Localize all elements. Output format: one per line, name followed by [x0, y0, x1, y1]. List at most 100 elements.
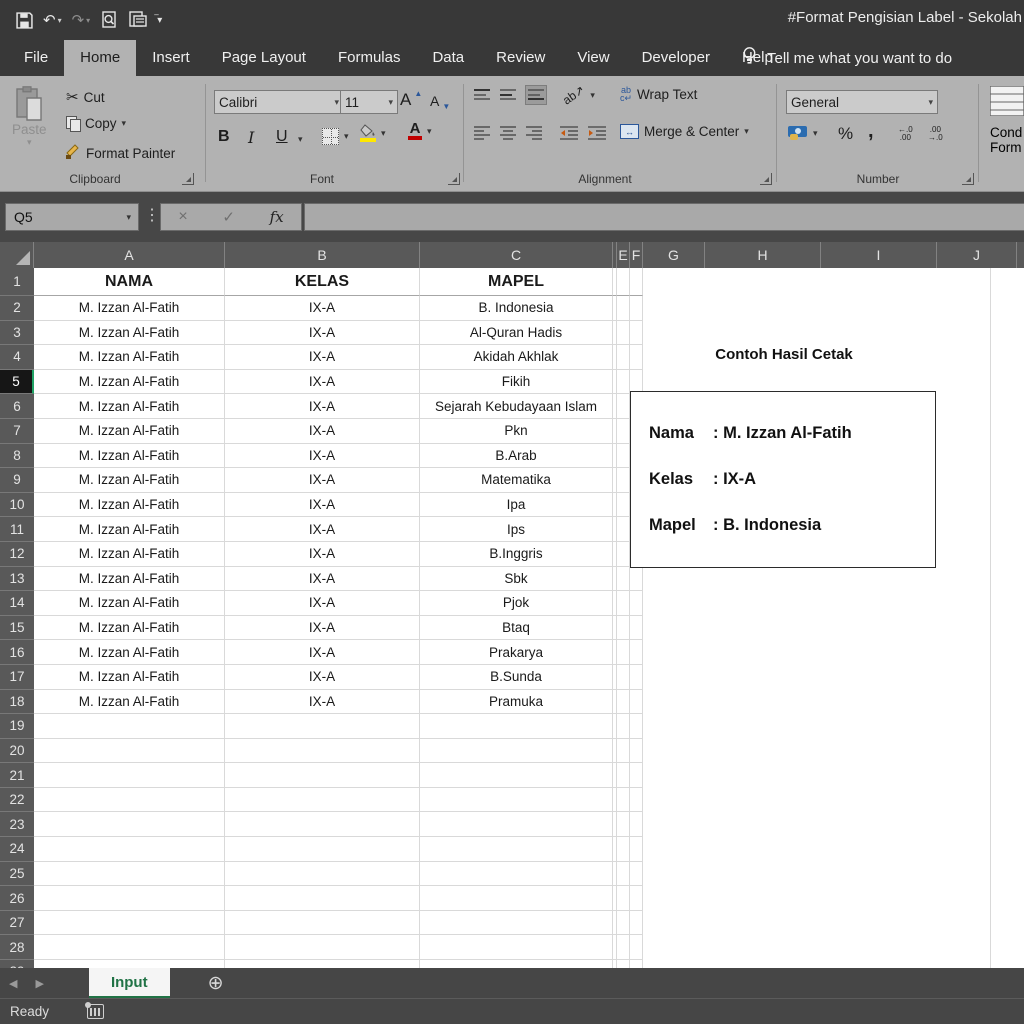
cell[interactable]: Ipa [420, 492, 613, 518]
cell[interactable] [630, 812, 643, 838]
cell[interactable]: Prakarya [420, 640, 613, 665]
cell[interactable]: B. Indonesia [420, 296, 613, 321]
cell[interactable]: IX-A [225, 689, 420, 715]
bold-button[interactable]: B [218, 128, 230, 146]
empty-cells-area[interactable] [643, 566, 1024, 592]
cell[interactable]: Akidah Akhlak [420, 345, 613, 370]
cell[interactable] [617, 837, 630, 862]
cell[interactable]: IX-A [225, 345, 420, 370]
alignment-dialog-launcher[interactable] [760, 173, 772, 185]
middle-align-button[interactable] [500, 88, 516, 102]
customize-quick-access-icon[interactable]: ▾ – [154, 10, 166, 26]
cell[interactable] [617, 517, 630, 542]
row-header-23[interactable]: 23 [0, 812, 34, 838]
cell[interactable] [225, 960, 420, 968]
cell[interactable]: IX-A [225, 443, 420, 469]
cell[interactable]: KELAS [225, 268, 420, 296]
cell[interactable] [225, 837, 420, 862]
cell[interactable]: Al-Quran Hadis [420, 320, 613, 346]
row-header-3[interactable]: 3 [0, 320, 34, 346]
cell[interactable]: IX-A [225, 517, 420, 542]
underline-button[interactable]: U [276, 128, 288, 146]
cell[interactable]: M. Izzan Al-Fatih [34, 296, 225, 321]
cell[interactable] [225, 738, 420, 764]
cell[interactable]: M. Izzan Al-Fatih [34, 689, 225, 715]
cell[interactable] [617, 763, 630, 788]
column-header-I[interactable]: I [821, 242, 937, 268]
cell[interactable] [420, 935, 613, 961]
column-header-G[interactable]: G [643, 242, 705, 268]
orientation-button[interactable]: ab↗ ▾ [560, 83, 595, 108]
cell[interactable]: IX-A [225, 418, 420, 444]
cell[interactable] [630, 886, 643, 911]
cell[interactable]: IX-A [225, 615, 420, 641]
cell[interactable] [630, 960, 643, 968]
cell[interactable] [617, 418, 630, 444]
ribbon-tab-view[interactable]: View [561, 40, 625, 76]
cell[interactable] [34, 738, 225, 764]
cell[interactable]: Sejarah Kebudayaan Islam [420, 394, 613, 419]
row-header-27[interactable]: 27 [0, 910, 34, 936]
cell[interactable] [617, 935, 630, 961]
cell[interactable] [630, 763, 643, 788]
row-header-2[interactable]: 2 [0, 296, 34, 321]
row-header-25[interactable]: 25 [0, 861, 34, 887]
column-header-E[interactable]: E [617, 242, 630, 268]
row-header-11[interactable]: 11 [0, 517, 34, 542]
wrap-text-button[interactable]: ab c↵ Wrap Text [620, 86, 697, 103]
comma-style-button[interactable]: , [868, 120, 874, 143]
ribbon-tab-home[interactable]: Home [64, 40, 137, 76]
cell[interactable] [617, 664, 630, 690]
insert-function-icon[interactable]: fx [270, 208, 284, 226]
cell[interactable] [420, 812, 613, 838]
cell[interactable] [34, 837, 225, 862]
row-header-21[interactable]: 21 [0, 763, 34, 788]
cell[interactable] [617, 861, 630, 887]
cell[interactable]: M. Izzan Al-Fatih [34, 615, 225, 641]
cell[interactable]: M. Izzan Al-Fatih [34, 443, 225, 469]
ribbon-tab-data[interactable]: Data [416, 40, 480, 76]
row-header-13[interactable]: 13 [0, 566, 34, 592]
cell[interactable]: IX-A [225, 296, 420, 321]
print-preview-icon[interactable] [100, 11, 118, 29]
cell[interactable] [34, 812, 225, 838]
row-header-12[interactable]: 12 [0, 541, 34, 567]
cell[interactable] [617, 566, 630, 592]
cell[interactable] [630, 615, 643, 641]
cell[interactable] [617, 369, 630, 395]
select-all-button[interactable] [0, 242, 34, 268]
previous-sheet-icon[interactable]: ◀ [0, 968, 26, 998]
cell[interactable] [225, 812, 420, 838]
font-family-select[interactable]: Calibri ▾ [214, 90, 344, 114]
empty-cells-area[interactable] [643, 886, 1024, 911]
row-header-9[interactable]: 9 [0, 468, 34, 493]
cell[interactable] [34, 861, 225, 887]
cell[interactable]: M. Izzan Al-Fatih [34, 320, 225, 346]
increase-indent-button[interactable] [588, 126, 606, 140]
cell[interactable] [630, 910, 643, 936]
cell[interactable]: M. Izzan Al-Fatih [34, 640, 225, 665]
next-sheet-icon[interactable]: ▶ [26, 968, 52, 998]
column-header-C[interactable]: C [420, 242, 613, 268]
empty-cells-area[interactable] [643, 689, 1024, 715]
decrease-indent-button[interactable] [560, 126, 578, 140]
column-header-J[interactable]: J [937, 242, 1017, 268]
cell[interactable] [34, 714, 225, 739]
cell[interactable] [617, 640, 630, 665]
cell[interactable] [34, 935, 225, 961]
decrease-decimal-button[interactable]: .00 →.0 [928, 126, 943, 142]
cell[interactable]: M. Izzan Al-Fatih [34, 394, 225, 419]
name-box[interactable]: Q5 ▾ [5, 203, 139, 231]
cell[interactable]: IX-A [225, 591, 420, 616]
column-header-H[interactable]: H [705, 242, 821, 268]
empty-cells-area[interactable] [643, 910, 1024, 936]
ribbon-tab-formulas[interactable]: Formulas [322, 40, 417, 76]
accounting-format-button[interactable]: ▾ [788, 126, 818, 141]
cell[interactable] [617, 689, 630, 715]
cell[interactable]: IX-A [225, 566, 420, 592]
row-header-1[interactable]: 1 [0, 268, 34, 296]
row-header-4[interactable]: 4 [0, 345, 34, 370]
cell[interactable]: Matematika [420, 468, 613, 493]
cell[interactable]: M. Izzan Al-Fatih [34, 517, 225, 542]
cell[interactable]: Pkn [420, 418, 613, 444]
